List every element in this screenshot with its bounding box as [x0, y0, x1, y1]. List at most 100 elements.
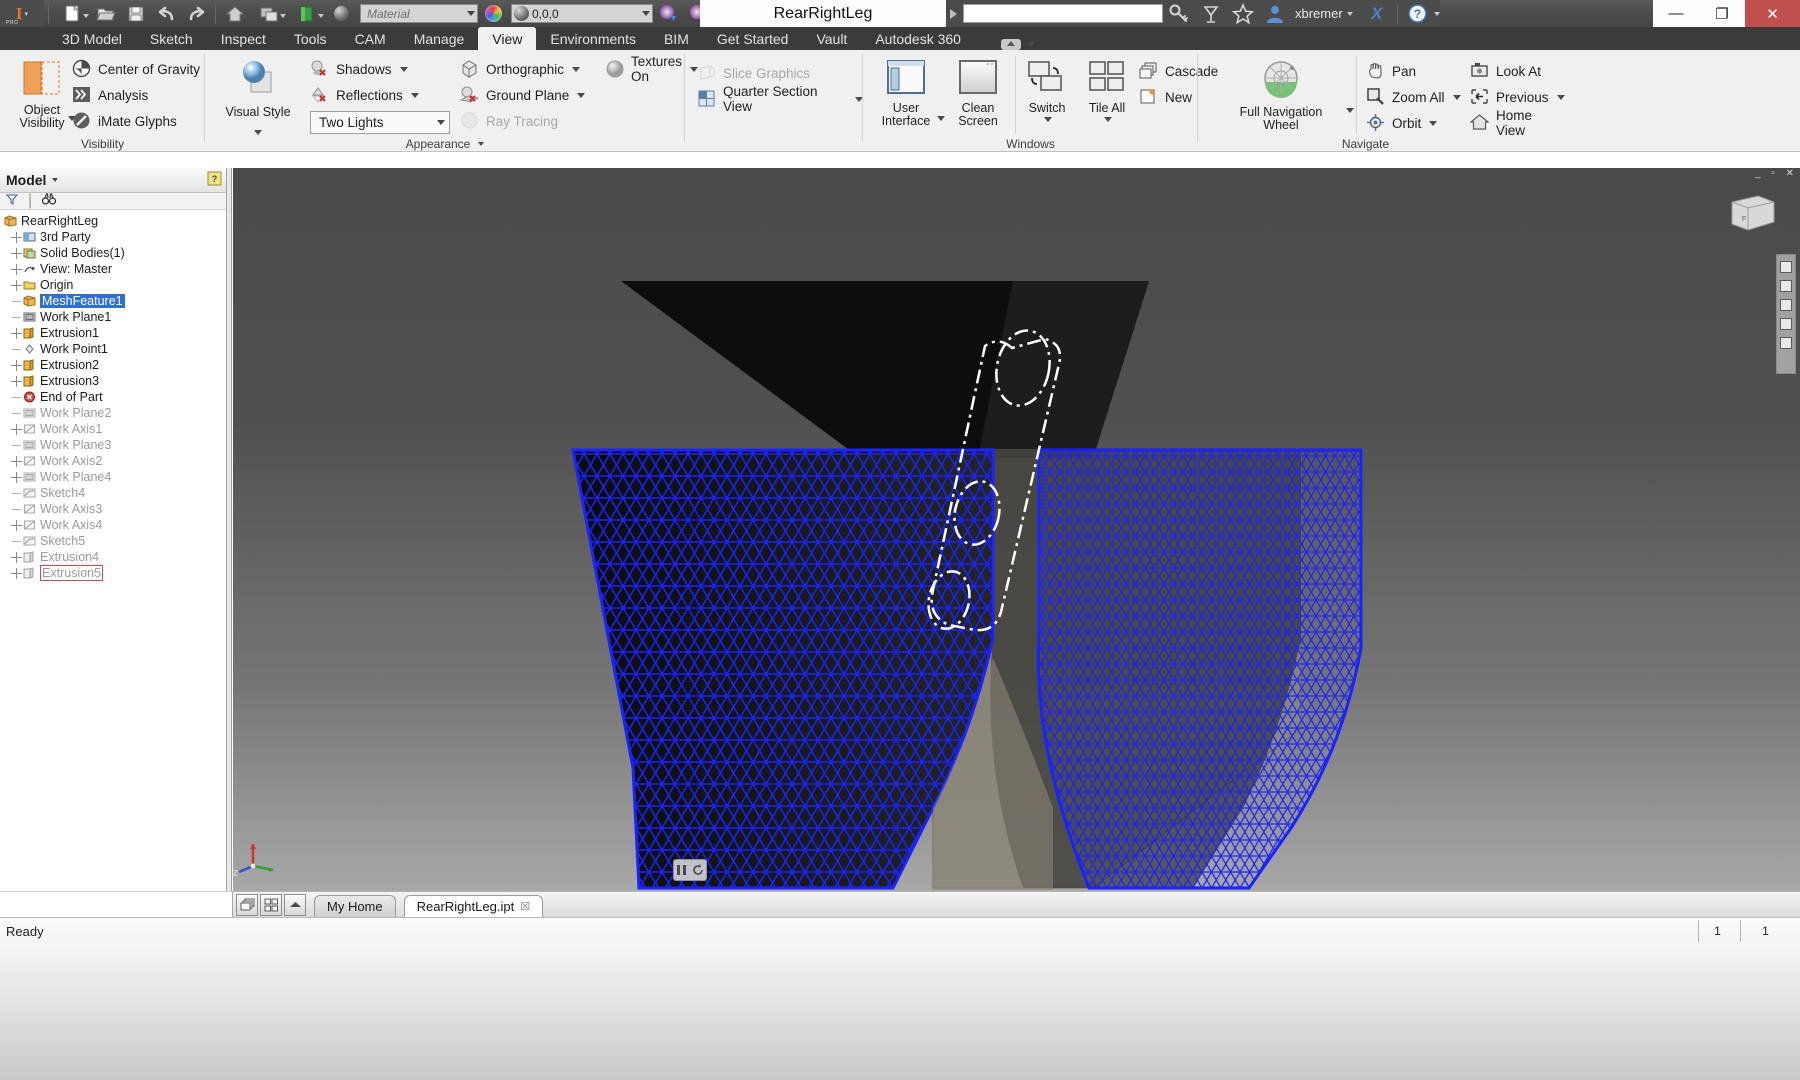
previous-view-button[interactable]: Previous: [1470, 84, 1565, 110]
chevron-down-icon[interactable]: [1433, 11, 1440, 16]
collapse-icon[interactable]: [11, 312, 22, 323]
pan-button[interactable]: Pan: [1366, 58, 1461, 84]
tab-autodesk-360[interactable]: Autodesk 360: [861, 27, 975, 50]
doc-tab-rearrightleg[interactable]: RearRightLeg.ipt ☒: [403, 895, 544, 917]
return-button[interactable]: [250, 1, 288, 26]
chevron-down-icon[interactable]: [1044, 117, 1052, 122]
expand-icon[interactable]: [11, 263, 22, 275]
analysis-button[interactable]: Analysis: [72, 82, 200, 108]
steering-wheel-widget[interactable]: [673, 859, 707, 881]
tab-get-started[interactable]: Get Started: [703, 27, 803, 50]
expand-icon[interactable]: [11, 519, 22, 531]
tree-item-work-plane2[interactable]: Work Plane2: [4, 405, 226, 421]
expand-icon[interactable]: [11, 327, 22, 339]
collapse-icon[interactable]: [11, 296, 22, 307]
tab-tools[interactable]: Tools: [280, 27, 341, 50]
collapse-icon[interactable]: [11, 392, 22, 403]
find-button[interactable]: [42, 192, 57, 210]
tab-cam[interactable]: CAM: [341, 27, 400, 50]
close-icon[interactable]: ☒: [520, 900, 530, 913]
reflections-button[interactable]: Reflections: [310, 82, 450, 108]
tree-item-view-master[interactable]: View: Master: [4, 261, 226, 277]
quarter-section-view-button[interactable]: Quarter Section View: [697, 84, 863, 114]
tree-item-rearrightleg[interactable]: RearRightLeg: [4, 213, 226, 229]
clean-screen-button[interactable]: Clean Screen: [947, 54, 1009, 128]
tree-item-extrusion1[interactable]: Extrusion1: [4, 325, 226, 341]
orthographic-button[interactable]: Orthographic: [460, 56, 585, 82]
expand-icon[interactable]: [11, 231, 22, 243]
zoom-all-button[interactable]: Zoom All: [1366, 84, 1461, 110]
search-input[interactable]: [963, 4, 1163, 23]
tree-item-work-axis3[interactable]: Work Axis3: [4, 501, 226, 517]
slice-graphics-button[interactable]: Slice Graphics: [697, 60, 863, 86]
chevron-down-icon[interactable]: [52, 178, 59, 182]
chevron-down-icon[interactable]: [572, 66, 581, 72]
open-file-button[interactable]: [91, 1, 121, 26]
redo-button[interactable]: [181, 1, 211, 26]
tree-item-work-axis4[interactable]: Work Axis4: [4, 517, 226, 533]
collapse-icon[interactable]: [11, 504, 22, 515]
visual-style-button[interactable]: Visual Style: [215, 54, 301, 119]
imate-glyphs-button[interactable]: iMate Glyphs: [72, 108, 200, 134]
undo-button[interactable]: [151, 1, 181, 26]
chevron-down-icon[interactable]: [1429, 120, 1438, 126]
tree-item-extrusion3[interactable]: Extrusion3: [4, 373, 226, 389]
appearance-color-button[interactable]: [478, 1, 508, 26]
tree-item-extrusion4[interactable]: Extrusion4: [4, 549, 226, 565]
tab-3d-model[interactable]: 3D Model: [48, 27, 136, 50]
chevron-down-icon[interactable]: [254, 130, 262, 135]
ground-plane-button[interactable]: Ground Plane: [459, 82, 586, 108]
expand-icon[interactable]: [11, 567, 22, 579]
tab-inspect[interactable]: Inspect: [207, 27, 280, 50]
full-navigation-wheel-button[interactable]: Full Navigation Wheel: [1216, 54, 1346, 132]
collapse-icon[interactable]: [11, 536, 22, 547]
chevron-down-icon[interactable]: [1346, 11, 1353, 16]
tree-item-extrusion5[interactable]: Extrusion5: [4, 565, 226, 581]
pan-nav-icon[interactable]: [1780, 280, 1792, 292]
user-interface-button[interactable]: User Interface: [875, 54, 937, 128]
zoom-nav-icon[interactable]: [1780, 299, 1792, 311]
switch-windows-button[interactable]: Switch: [1018, 54, 1076, 122]
home-button[interactable]: [220, 1, 250, 26]
ribbon-minimize-button[interactable]: [1000, 39, 1035, 50]
tree-item-sketch5[interactable]: Sketch5: [4, 533, 226, 549]
tab-sketch[interactable]: Sketch: [136, 27, 207, 50]
chevron-down-icon[interactable]: [1556, 94, 1565, 100]
chevron-down-icon[interactable]: [410, 92, 419, 98]
filter-button[interactable]: [5, 192, 19, 210]
center-of-gravity-button[interactable]: Center of Gravity: [72, 56, 200, 82]
tree-item-work-axis2[interactable]: Work Axis2: [4, 453, 226, 469]
expand-icon[interactable]: [11, 423, 22, 435]
tree-item-3rd-party[interactable]: 3rd Party: [4, 229, 226, 245]
doc-tab-my-home[interactable]: My Home: [314, 895, 396, 917]
tree-item-work-point1[interactable]: Work Point1: [4, 341, 226, 357]
account-button[interactable]: [1259, 0, 1291, 27]
material-combo[interactable]: Material: [360, 4, 478, 23]
material-globe-button[interactable]: [326, 1, 356, 26]
tree-item-work-plane1[interactable]: Work Plane1: [4, 309, 226, 325]
collapse-icon[interactable]: [11, 440, 22, 451]
shadows-button[interactable]: Shadows: [310, 56, 450, 82]
tab-environments[interactable]: Environments: [536, 27, 650, 50]
collapse-icon[interactable]: [11, 488, 22, 499]
new-file-button[interactable]: [53, 1, 91, 26]
tree-item-work-plane3[interactable]: Work Plane3: [4, 437, 226, 453]
tile-tabs-button[interactable]: [260, 894, 282, 916]
viewcube[interactable]: F: [1724, 190, 1778, 236]
3d-graphics-window[interactable]: Z _ ▫ ✕ F: [233, 168, 1800, 891]
tree-item-solid-bodies[interactable]: Solid Bodies(1): [4, 245, 226, 261]
expand-icon[interactable]: [11, 247, 22, 259]
chevron-down-icon[interactable]: [1452, 94, 1461, 100]
look-nav-icon[interactable]: [1780, 337, 1792, 349]
viewport-window-controls[interactable]: _ ▫ ✕: [1755, 168, 1798, 179]
ray-tracing-button[interactable]: Ray Tracing: [460, 108, 585, 134]
minimize-button[interactable]: —: [1653, 0, 1699, 27]
expand-icon[interactable]: [11, 471, 22, 483]
browser-header[interactable]: Model ?: [0, 168, 226, 193]
tree-item-meshfeature1[interactable]: MeshFeature1: [4, 293, 226, 309]
connect-button[interactable]: [1195, 0, 1227, 27]
expand-icon[interactable]: [11, 551, 22, 563]
panel-label-appearance[interactable]: Appearance: [205, 137, 685, 151]
tab-bim[interactable]: BIM: [650, 27, 703, 50]
collapse-icon[interactable]: [11, 344, 22, 355]
